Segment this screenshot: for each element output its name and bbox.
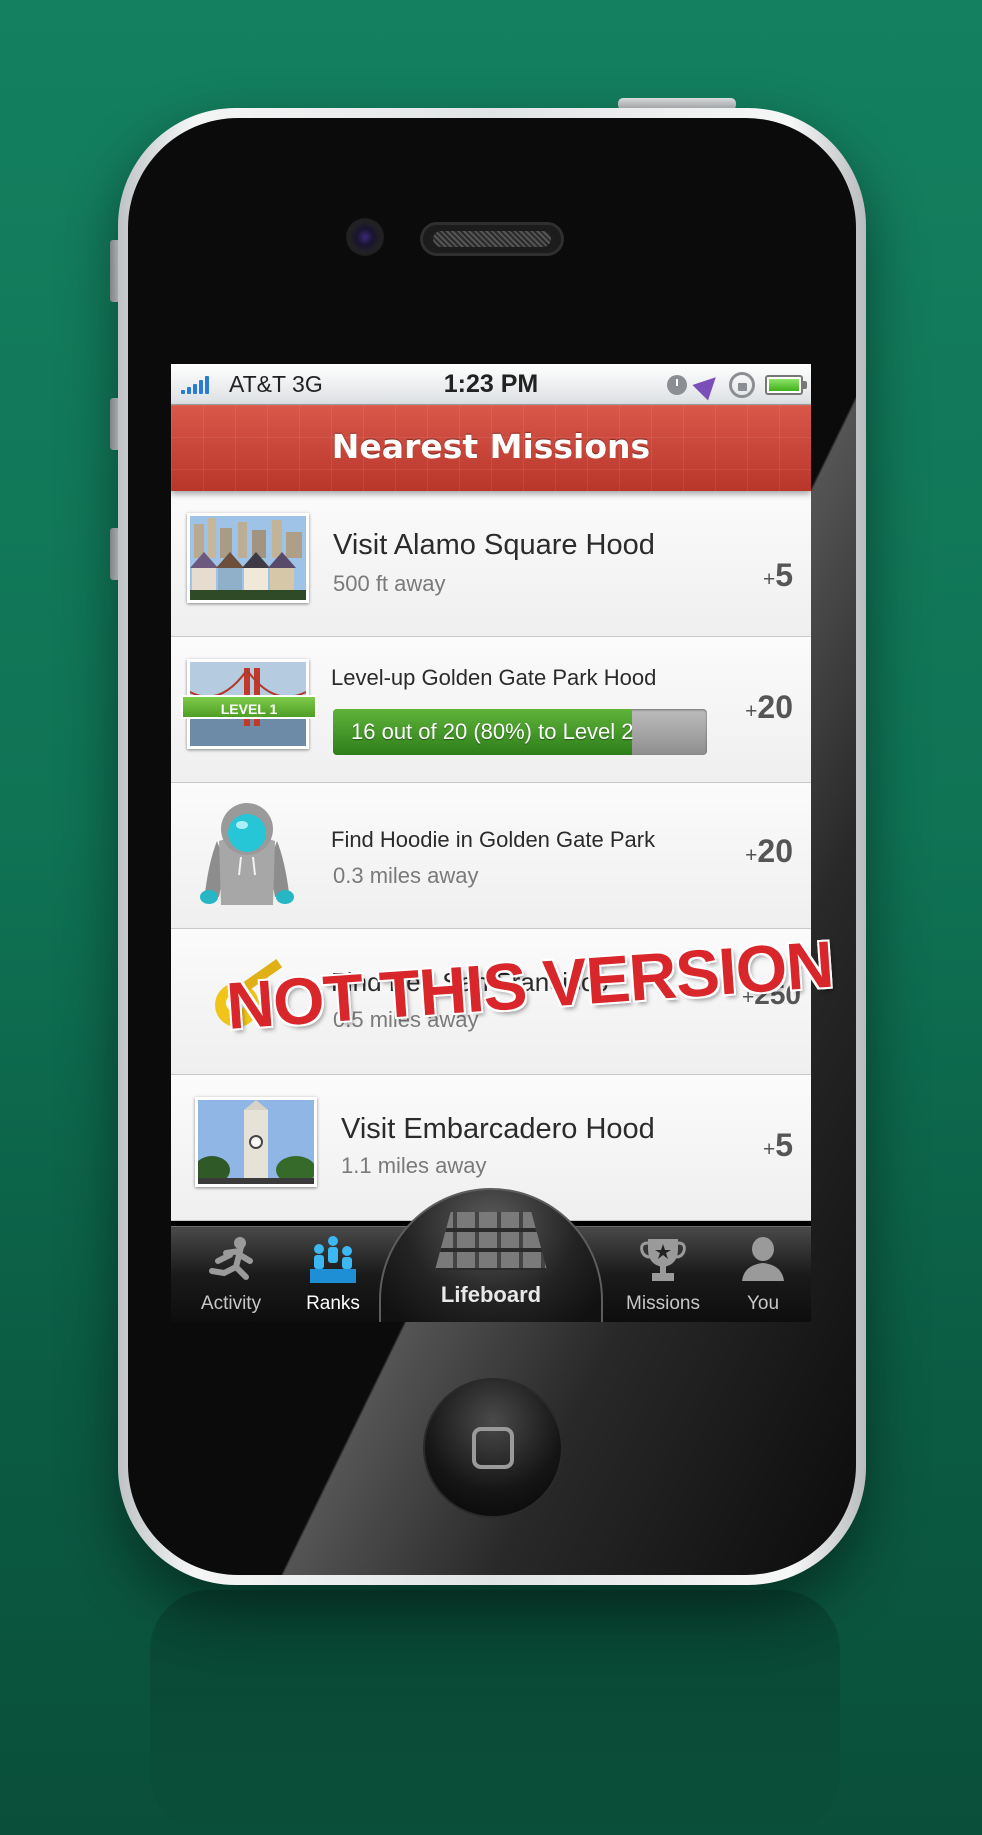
ferry-building-photo (195, 1097, 317, 1187)
mission-row-find-hoodie[interactable]: Find Hoodie in Golden Gate Park 0.3 mile… (171, 783, 811, 929)
earpiece-speaker (420, 222, 564, 256)
tab-activity[interactable]: Activity (181, 1227, 281, 1322)
tab-you[interactable]: You (723, 1227, 803, 1322)
mission-points: +5 (762, 1127, 793, 1163)
mission-row-alamo-square[interactable]: Visit Alamo Square Hood 500 ft away +5 (171, 491, 811, 637)
mission-points: +5 (762, 557, 793, 593)
mission-title: Find Hoodie in Golden Gate Park (331, 827, 656, 852)
person-icon (738, 1235, 788, 1290)
tab-label: Activity (200, 1293, 262, 1314)
mission-distance: 0.3 miles away (333, 863, 479, 888)
progress-text: 16 out of 20 (80%) to Level 2 (351, 719, 634, 744)
tab-label: Missions (626, 1293, 700, 1314)
mission-title: Visit Alamo Square Hood (333, 529, 655, 561)
tab-ranks[interactable]: Ranks (283, 1227, 383, 1322)
runner-icon (206, 1235, 256, 1292)
alarm-clock-icon (667, 375, 687, 395)
level-badge: LEVEL 1 (181, 695, 317, 719)
missions-list[interactable]: Visit Alamo Square Hood 500 ft away +5 L… (171, 491, 811, 1221)
trophy-icon (638, 1235, 688, 1290)
phone-screen: AT&T 3G 1:23 PM Nearest Missions Visit A… (171, 364, 811, 1322)
phone-reflection (150, 1590, 840, 1835)
mission-points: +20 (745, 689, 793, 725)
tab-missions[interactable]: Missions (613, 1227, 713, 1322)
rotation-lock-icon (729, 372, 755, 398)
front-camera (346, 218, 384, 256)
mission-title: Level-up Golden Gate Park Hood (331, 665, 657, 690)
status-icons (667, 369, 807, 401)
mission-distance: 500 ft away (333, 571, 446, 596)
hoodie-icon (199, 801, 295, 913)
tab-label: Ranks (306, 1293, 360, 1314)
painted-ladies-photo (187, 513, 309, 603)
battery-icon (765, 375, 807, 395)
page-title: Nearest Missions (331, 427, 651, 466)
tab-label: You (746, 1293, 780, 1314)
podium-icon (308, 1235, 358, 1290)
mission-distance: 1.1 miles away (341, 1153, 487, 1178)
level-progress-bar: 16 out of 20 (80%) to Level 2 (333, 709, 707, 755)
tab-label: Lifeboard (440, 1282, 542, 1307)
mission-row-golden-gate-park[interactable]: LEVEL 1 Level-up Golden Gate Park Hood 1… (171, 637, 811, 783)
home-square-icon (472, 1427, 514, 1469)
navigation-bar: Nearest Missions (171, 405, 811, 491)
mission-title: Visit Embarcadero Hood (341, 1113, 655, 1145)
grid-icon (435, 1212, 547, 1270)
status-bar: AT&T 3G 1:23 PM (171, 364, 811, 405)
home-button[interactable] (423, 1378, 563, 1518)
mission-points: +20 (745, 833, 793, 869)
location-arrow-icon (692, 369, 724, 401)
